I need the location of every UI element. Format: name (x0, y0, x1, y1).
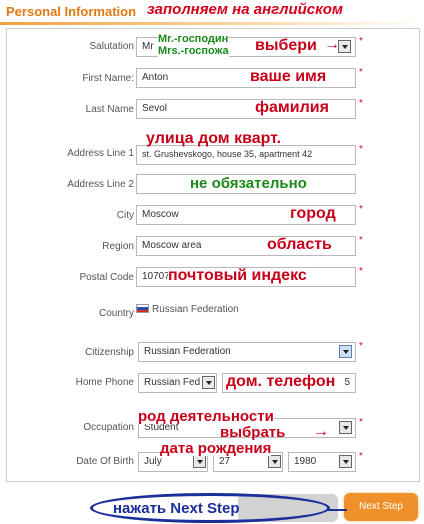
section-header: Personal Information заполняем на англий… (0, 0, 424, 25)
occupation-anno-arrow: → (313, 423, 329, 440)
last-name-annotation: фамилия (255, 99, 329, 116)
address-line1-label: Address Line 1 (67, 148, 134, 159)
country-label: Country (98, 308, 134, 319)
header-annotation: заполняем на английском (147, 1, 343, 18)
address-line1-input[interactable]: st. Grushevskogo, house 35, apartment 42 (136, 145, 356, 165)
required-marker: * (359, 98, 363, 109)
dob-day-value: 27 (219, 456, 231, 467)
required-marker: * (359, 144, 363, 155)
first-name-label: First Name: (82, 73, 134, 84)
next-step-pointer-arrow (327, 509, 347, 511)
postal-code-annotation: почтовый индекс (168, 267, 307, 284)
date-of-birth-label: Date Of Birth (76, 456, 134, 467)
dob-year-dropdown-button[interactable] (339, 455, 352, 468)
region-annotation: область (267, 236, 332, 253)
salutation-anno-choose: выбери (255, 37, 317, 54)
address-line1-value: st. Grushevskogo, house 35, apartment 42 (142, 149, 313, 159)
region-value: Moscow area (142, 240, 202, 251)
address-line1-annotation: улица дом кварт. (146, 130, 282, 147)
first-name-value: Anton (142, 72, 169, 83)
citizenship-value: Russian Federation (144, 346, 231, 357)
home-phone-country-dropdown-button[interactable] (202, 376, 215, 389)
home-phone-label: Home Phone (75, 377, 134, 388)
postal-code-label: Postal Code (79, 272, 134, 283)
citizenship-label: Citizenship (85, 347, 134, 358)
required-marker: * (359, 266, 363, 277)
dob-month-value: July (144, 456, 162, 467)
required-marker: * (359, 67, 363, 78)
required-marker: * (359, 235, 363, 246)
city-value: Moscow (142, 209, 179, 220)
home-phone-country-value: Russian Fed (144, 377, 201, 388)
country-value: Russian Federation (152, 304, 239, 315)
occupation-annotation-2: выбрать (220, 424, 286, 441)
next-step-annotation: нажать Next Step (113, 500, 240, 517)
citizenship-dropdown-button[interactable] (339, 345, 352, 358)
salutation-anno-mr: Mr.-господин (158, 33, 229, 45)
address-line2-annotation: не обязательно (190, 175, 307, 192)
city-label: City (116, 210, 134, 221)
dob-year-value: 1980 (294, 456, 317, 467)
required-marker: * (359, 36, 363, 47)
home-phone-annotation: дом. телефон (226, 373, 336, 390)
first-name-annotation: ваше имя (250, 68, 327, 85)
postal-code-value: 10707 (142, 271, 170, 282)
russia-flag-icon (136, 304, 149, 313)
next-step-button[interactable]: Next Step (344, 493, 418, 521)
occupation-dropdown-button[interactable] (339, 421, 352, 434)
occupation-label: Occupation (83, 422, 134, 433)
salutation-value: Mr (142, 41, 154, 52)
required-marker: * (359, 417, 363, 428)
region-label: Region (102, 241, 134, 252)
required-marker: * (359, 341, 363, 352)
required-marker: * (359, 451, 363, 462)
salutation-anno-mrs: Mrs.-госпожа (158, 45, 229, 57)
date-of-birth-annotation: дата рождения (160, 440, 272, 457)
occupation-annotation-1: род деятельности (138, 408, 274, 425)
last-name-label: Last Name (85, 104, 134, 115)
salutation-anno-arrow: → (324, 36, 340, 53)
home-phone-number-value: 5 (344, 377, 350, 388)
last-name-value: Sevol (142, 103, 168, 114)
header-underline (0, 22, 424, 25)
citizenship-select[interactable]: Russian Federation (138, 342, 356, 362)
salutation-label: Salutation (89, 41, 134, 52)
section-title: Personal Information (6, 4, 137, 19)
address-line2-label: Address Line 2 (67, 179, 134, 190)
required-marker: * (359, 204, 363, 215)
city-annotation: город (290, 205, 336, 222)
